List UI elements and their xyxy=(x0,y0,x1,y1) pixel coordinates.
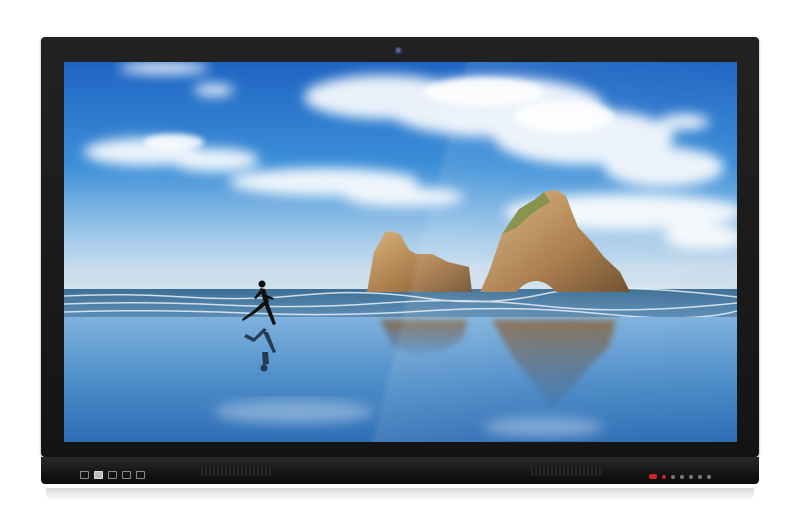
display-screen xyxy=(64,62,737,442)
hdmi-port-icon[interactable] xyxy=(94,471,103,479)
panel-shadow-base xyxy=(46,488,754,500)
front-control-bar xyxy=(41,457,759,484)
input-button[interactable] xyxy=(671,474,675,479)
usb-port-icon[interactable] xyxy=(122,471,131,479)
camera-icon xyxy=(395,47,403,55)
wallpaper-image xyxy=(64,62,737,442)
touch-port-icon[interactable] xyxy=(136,471,145,479)
usb-port-icon[interactable] xyxy=(108,471,117,479)
volume-up-button[interactable] xyxy=(698,474,702,479)
front-button-group xyxy=(649,474,711,479)
speaker-grille-left xyxy=(201,466,271,476)
speaker-grille-right xyxy=(531,466,601,476)
volume-down-button[interactable] xyxy=(689,474,693,479)
menu-button[interactable] xyxy=(680,474,684,479)
usb-port-icon[interactable] xyxy=(80,471,89,479)
power-button-icon[interactable] xyxy=(649,474,657,479)
indicator-led xyxy=(662,474,666,479)
home-button[interactable] xyxy=(707,474,711,479)
front-port-group xyxy=(80,471,145,479)
